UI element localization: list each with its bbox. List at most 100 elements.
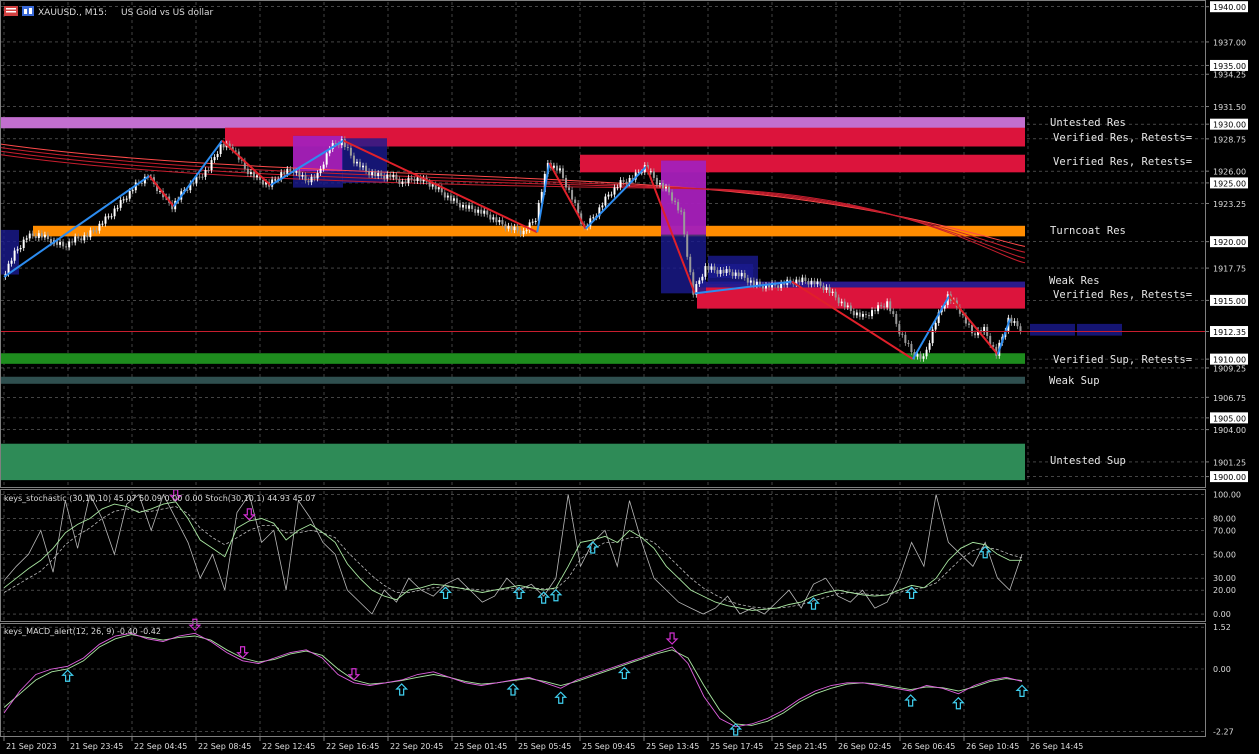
time-label: 25 Sep 17:45 [710, 742, 763, 751]
zone-label: Verified Res, Retests= [1053, 132, 1192, 144]
price-label: 1934.25 [1213, 71, 1246, 80]
candle-body [877, 305, 880, 312]
candle-body [831, 291, 834, 293]
zone-label: Weak Res [1049, 275, 1100, 287]
candle-body [613, 187, 616, 195]
candle-body [437, 187, 440, 190]
candle-body [46, 234, 49, 240]
candle-body [622, 180, 625, 182]
candle-body [301, 175, 304, 177]
candle-body [501, 220, 504, 225]
candle-body [322, 164, 325, 169]
candle-body [652, 171, 655, 178]
price-label: 1923.25 [1213, 200, 1246, 209]
candle-body [722, 269, 725, 274]
candle-body [601, 205, 604, 208]
candle-body [531, 221, 534, 223]
candle-body [131, 190, 134, 192]
candle-body [704, 266, 707, 277]
candle-body [737, 272, 740, 277]
candle-body [431, 184, 434, 187]
candle-body [416, 177, 419, 182]
candle-body [310, 176, 313, 183]
candle-body [749, 280, 752, 283]
candle-body [365, 165, 368, 172]
candle-body [883, 306, 886, 308]
candle-body [374, 172, 377, 177]
candle-body [522, 230, 525, 235]
candle-body [380, 173, 383, 176]
time-label: 21 Sep 2023 [6, 742, 57, 751]
candle-body [661, 182, 664, 189]
time-label: 22 Sep 04:45 [134, 742, 187, 751]
session-box [1077, 323, 1122, 336]
candle-body [298, 171, 301, 177]
candle-body [28, 233, 31, 239]
candle-body [934, 322, 937, 330]
candle-body [489, 214, 492, 220]
candle-body [286, 168, 289, 175]
candle-body [516, 226, 519, 231]
candle-body [410, 177, 413, 180]
trading-chart[interactable]: Untested Res Verified Res, Retests= Verifi… [0, 0, 1259, 754]
candle-body [740, 272, 743, 277]
candle-body [116, 207, 119, 209]
candle-body [483, 210, 486, 214]
time-label: 22 Sep 08:45 [198, 742, 251, 751]
candle-body [1019, 326, 1022, 332]
candle-body [919, 354, 922, 359]
candle-body [274, 179, 277, 181]
candle-body [743, 272, 746, 278]
zone-label: Verified Sup, Retests= [1053, 354, 1192, 366]
price-label: 1906.75 [1213, 394, 1246, 403]
candle-body [101, 223, 104, 225]
candle-body [855, 312, 858, 316]
stochastic-level-label: 50.00 [1213, 550, 1236, 559]
candle-body [492, 217, 495, 220]
candle-body [401, 181, 404, 184]
candle-body [140, 182, 143, 184]
candle-body [65, 246, 68, 248]
candle-body [513, 226, 516, 231]
candle-body [107, 216, 110, 218]
price-label: 1925.00 [1213, 179, 1246, 188]
candle-body [561, 168, 564, 178]
candle-body [610, 194, 613, 196]
candle-body [355, 161, 358, 164]
candle-body [719, 269, 722, 274]
candle-body [825, 287, 828, 290]
candle-body [210, 160, 213, 171]
candle-body [534, 220, 537, 222]
candle-body [319, 168, 322, 174]
candle-body [813, 280, 816, 285]
candle-body [713, 266, 716, 271]
candle-body [34, 235, 37, 239]
candle-body [677, 202, 680, 211]
candle-body [368, 171, 371, 176]
candle-body [389, 174, 392, 178]
candle-body [59, 242, 62, 245]
zone-label: Weak Sup [1049, 375, 1100, 387]
zone-label: Untested Res [1050, 117, 1126, 129]
candle-body [404, 181, 407, 184]
candle-body [616, 187, 619, 189]
flag-stripe [6, 11, 16, 13]
stochastic-level-label: 30.00 [1213, 574, 1236, 583]
candle-body [477, 209, 480, 213]
candle-body [395, 174, 398, 180]
candle-body [307, 180, 310, 183]
candle-body [371, 172, 374, 176]
candle-body [40, 233, 43, 238]
candle-body [80, 238, 83, 241]
candle-body [798, 279, 801, 283]
candle-body [83, 235, 86, 241]
candle-body [119, 200, 122, 208]
candle-body [295, 171, 298, 173]
candle-body [71, 241, 74, 243]
candle-body [37, 233, 40, 239]
candle-body [25, 238, 28, 240]
candle-body [707, 266, 710, 270]
candle-body [846, 305, 849, 308]
candle-body [510, 225, 513, 231]
candle-body [507, 225, 510, 229]
